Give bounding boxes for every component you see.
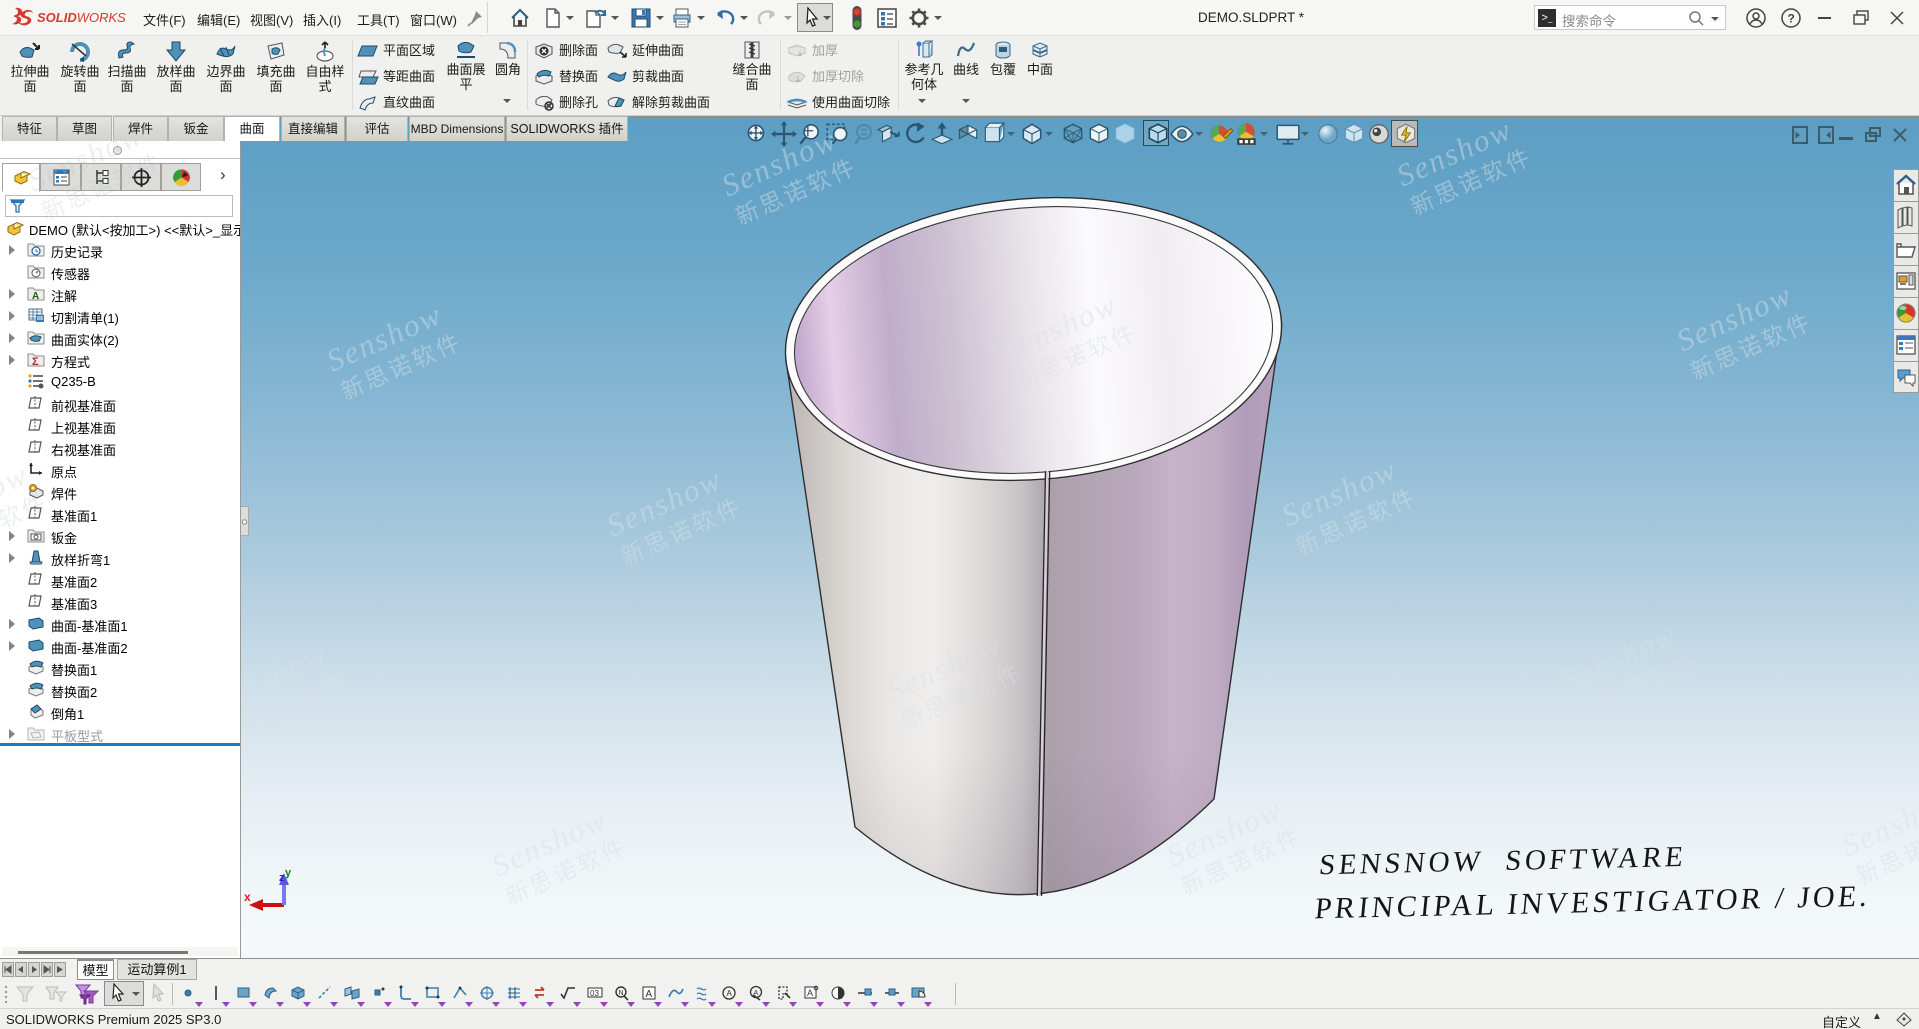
svg-text:Σ: Σ	[32, 356, 39, 367]
svg-text:A: A	[754, 990, 759, 997]
svg-text:?: ?	[1788, 12, 1795, 26]
svg-text:SOLIDWORKS: SOLIDWORKS	[37, 10, 126, 25]
svg-text:03: 03	[590, 989, 599, 998]
svg-text:A: A	[807, 988, 813, 998]
svg-text:x: x	[244, 890, 251, 904]
svg-text:y: y	[285, 869, 292, 879]
svg-text:N: N	[619, 990, 624, 997]
svg-text:A: A	[727, 989, 733, 998]
svg-text:A: A	[32, 291, 39, 301]
svg-text:A: A	[646, 989, 653, 1000]
